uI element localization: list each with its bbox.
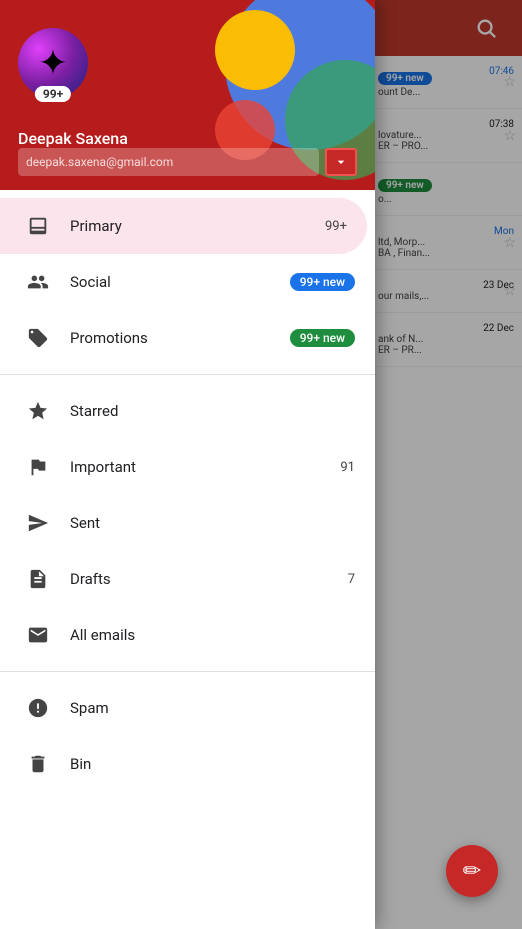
deco-circle-yellow xyxy=(215,10,295,90)
drawer-panel: ✦ 99+ Deepak Saxena deepak.saxena@gmail.… xyxy=(0,0,375,929)
spam-icon xyxy=(20,697,56,719)
sidebar-item-social[interactable]: Social 99+ new xyxy=(0,254,375,310)
primary-count: 99+ xyxy=(325,219,347,234)
compose-fab[interactable]: ✏ xyxy=(446,845,498,897)
drafts-icon xyxy=(20,568,56,590)
starred-label: Starred xyxy=(70,402,355,420)
social-icon xyxy=(20,271,56,293)
social-label: Social xyxy=(70,273,290,291)
sidebar-item-sent[interactable]: Sent xyxy=(0,495,375,551)
avatar-star-glyph: ✦ xyxy=(38,45,68,81)
avatar-wrap: ✦ 99+ xyxy=(18,28,88,98)
social-badge: 99+ new xyxy=(290,273,355,291)
all-label: All emails xyxy=(70,626,355,644)
drafts-label: Drafts xyxy=(70,570,348,588)
promotions-label: Promotions xyxy=(70,329,290,347)
account-switcher-button[interactable] xyxy=(325,148,357,176)
star-icon xyxy=(20,400,56,422)
inbox-icon xyxy=(20,215,56,237)
important-count: 91 xyxy=(340,460,355,475)
sidebar-item-starred[interactable]: Starred xyxy=(0,383,375,439)
sidebar-item-bin[interactable]: Bin xyxy=(0,736,375,792)
drawer-nav: Primary 99+ Social 99+ new Promotions 99… xyxy=(0,190,375,929)
bin-label: Bin xyxy=(70,755,355,773)
primary-label: Primary xyxy=(70,217,325,235)
bin-icon xyxy=(20,753,56,775)
important-icon xyxy=(20,456,56,478)
sidebar-item-primary[interactable]: Primary 99+ xyxy=(0,198,367,254)
sent-label: Sent xyxy=(70,514,355,532)
user-email: deepak.saxena@gmail.com xyxy=(26,155,311,169)
spam-label: Spam xyxy=(70,699,355,717)
drafts-count: 7 xyxy=(348,572,355,587)
all-mail-icon xyxy=(20,624,56,646)
sidebar-item-promotions[interactable]: Promotions 99+ new xyxy=(0,310,375,366)
sidebar-item-all[interactable]: All emails xyxy=(0,607,375,663)
drawer-email-row: deepak.saxena@gmail.com xyxy=(18,148,357,176)
sent-icon xyxy=(20,512,56,534)
nav-divider-2 xyxy=(0,671,375,672)
sidebar-item-drafts[interactable]: Drafts 7 xyxy=(0,551,375,607)
compose-icon: ✏ xyxy=(463,859,481,884)
promotions-badge: 99+ new xyxy=(290,329,355,347)
sidebar-item-important[interactable]: Important 91 xyxy=(0,439,375,495)
drawer-header: ✦ 99+ Deepak Saxena deepak.saxena@gmail.… xyxy=(0,0,375,190)
promotions-icon xyxy=(20,327,56,349)
important-label: Important xyxy=(70,458,340,476)
nav-divider-1 xyxy=(0,374,375,375)
user-name: Deepak Saxena xyxy=(18,129,128,148)
sidebar-item-spam[interactable]: Spam xyxy=(0,680,375,736)
email-box: deepak.saxena@gmail.com xyxy=(18,148,319,176)
unread-badge: 99+ xyxy=(35,86,71,102)
